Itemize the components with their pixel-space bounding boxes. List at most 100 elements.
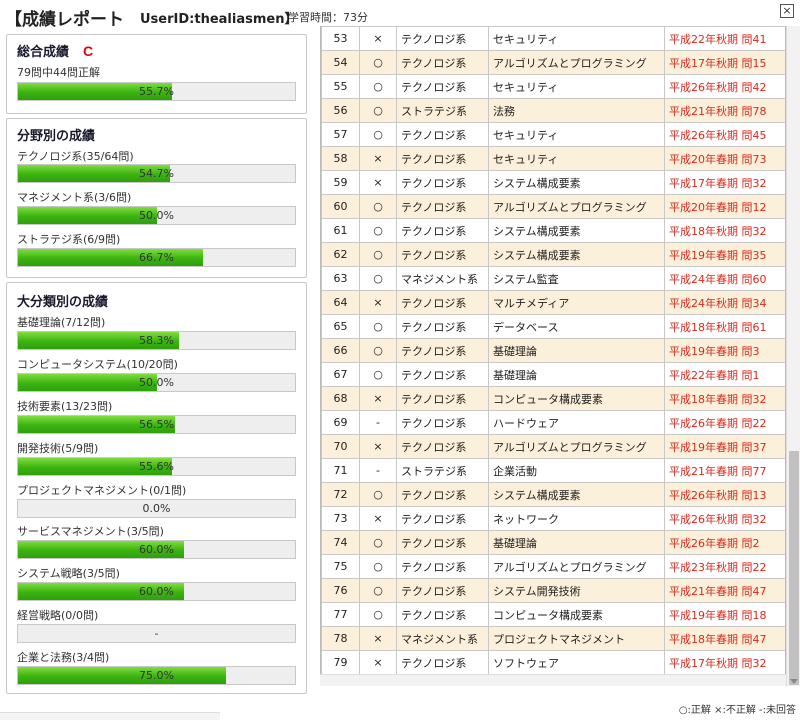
- question-number: 62: [321, 242, 360, 267]
- field-progress-bar: 66.7%: [17, 248, 296, 267]
- question-field: テクノロジ系: [396, 146, 489, 171]
- question-field: ストラテジ系: [396, 98, 489, 123]
- progress-text: 60.0%: [139, 543, 174, 556]
- table-row: 56 ○ ストラテジ系 法務 平成21年秋期 問78: [321, 98, 785, 123]
- question-number: 70: [321, 434, 360, 459]
- question-number: 74: [321, 530, 360, 555]
- result-mark: ×: [359, 170, 397, 195]
- question-category: システム構成要素: [488, 482, 665, 507]
- question-number: 60: [321, 194, 360, 219]
- table-row: 65 ○ テクノロジ系 データベース 平成18年秋期 問61: [321, 314, 785, 339]
- question-number: 71: [321, 458, 360, 483]
- question-number: 78: [321, 626, 360, 651]
- question-field: テクノロジ系: [396, 482, 489, 507]
- question-field: テクノロジ系: [396, 434, 489, 459]
- question-number: 69: [321, 410, 360, 435]
- table-row: 70 × テクノロジ系 アルゴリズムとプログラミング 平成19年春期 問37: [321, 434, 785, 459]
- question-number: 59: [321, 170, 360, 195]
- table-row: 69- テクノロジ系 ハードウェア 平成26年春期 問22: [321, 410, 785, 435]
- table-row: 59 × テクノロジ系 システム構成要素 平成17年春期 問32: [321, 170, 785, 195]
- category-progress-bar: 55.6%: [17, 457, 296, 476]
- result-mark: ×: [359, 506, 397, 531]
- total-score-heading: 総合成績 C: [17, 41, 93, 60]
- question-source: 平成23年秋期 問22: [664, 554, 785, 579]
- question-category: コンピュータ構成要素: [488, 386, 665, 411]
- question-number: 58: [321, 146, 360, 171]
- question-source: 平成18年春期 問32: [664, 386, 785, 411]
- table-row: 78 × マネジメント系 プロジェクトマネジメント 平成18年春期 問47: [321, 626, 785, 651]
- category-score-heading: 大分類別の成績: [17, 295, 109, 310]
- question-source: 平成19年春期 問35: [664, 242, 785, 267]
- question-category: システム構成要素: [488, 170, 665, 195]
- question-source: 平成26年秋期 問13: [664, 482, 785, 507]
- question-field: テクノロジ系: [396, 314, 489, 339]
- result-mark: ○: [359, 98, 397, 123]
- result-mark: ○: [359, 362, 397, 387]
- question-field: テクノロジ系: [396, 578, 489, 603]
- table-row: 73 × テクノロジ系 ネットワーク 平成26年秋期 問32: [321, 506, 785, 531]
- field-score-heading: 分野別の成績: [17, 129, 96, 144]
- result-mark: ×: [359, 290, 397, 315]
- vertical-scrollbar[interactable]: [786, 26, 800, 686]
- question-source: 平成19年春期 問18: [664, 602, 785, 627]
- question-category: アルゴリズムとプログラミング: [488, 554, 665, 579]
- result-mark: ○: [359, 194, 397, 219]
- question-number: 75: [321, 554, 360, 579]
- total-score-title: 総合成績: [17, 45, 70, 60]
- table-row: 76 ○ テクノロジ系 システム開発技術 平成21年春期 問47: [321, 578, 785, 603]
- result-mark: ×: [359, 650, 397, 674]
- question-number: 77: [321, 602, 360, 627]
- category-label: プロジェクトマネジメント(0/1問): [17, 484, 187, 497]
- category-label: システム戦略(3/5問): [17, 567, 120, 580]
- question-category: セキュリティ: [488, 122, 665, 147]
- question-category: 基礎理論: [488, 338, 665, 363]
- results-table-body: 53 × テクノロジ系 セキュリティ 平成22年秋期 問41 54 ○ テクノロジ系 アルゴリズ…: [321, 26, 785, 674]
- close-button[interactable]: ×: [780, 4, 794, 18]
- question-source: 平成20年春期 問73: [664, 146, 785, 171]
- question-number: 66: [321, 338, 360, 363]
- question-field: テクノロジ系: [396, 410, 489, 435]
- question-category: ネットワーク: [488, 506, 665, 531]
- table-row: 61 ○ テクノロジ系 システム構成要素 平成18年秋期 問32: [321, 218, 785, 243]
- table-row: 77 ○ テクノロジ系 コンピュータ構成要素 平成19年春期 問18: [321, 602, 785, 627]
- question-number: 65: [321, 314, 360, 339]
- question-field: テクノロジ系: [396, 602, 489, 627]
- table-row: 72 ○ テクノロジ系 システム構成要素 平成26年秋期 問13: [321, 482, 785, 507]
- question-field: テクノロジ系: [396, 386, 489, 411]
- question-source: 平成26年春期 問22: [664, 410, 785, 435]
- category-label: 技術要素(13/23問): [17, 400, 113, 413]
- question-source: 平成24年春期 問60: [664, 266, 785, 291]
- question-field: テクノロジ系: [396, 338, 489, 363]
- question-field: テクノロジ系: [396, 170, 489, 195]
- result-mark: ○: [359, 314, 397, 339]
- question-category: マルチメディア: [488, 290, 665, 315]
- question-category: セキュリティ: [488, 74, 665, 99]
- question-source: 平成22年春期 問1: [664, 362, 785, 387]
- question-source: 平成21年春期 問47: [664, 578, 785, 603]
- question-number: 53: [321, 26, 360, 51]
- question-source: 平成24年秋期 問34: [664, 290, 785, 315]
- results-table-container: 53 × テクノロジ系 セキュリティ 平成22年秋期 問41 54 ○ テクノロジ系 アルゴリズ…: [320, 26, 786, 674]
- result-mark: ○: [359, 266, 397, 291]
- horizontal-scrollbar[interactable]: [320, 674, 786, 686]
- question-category: セキュリティ: [488, 26, 665, 51]
- question-field: マネジメント系: [396, 626, 489, 651]
- scroll-thumb[interactable]: [789, 451, 799, 685]
- question-category: セキュリティ: [488, 146, 665, 171]
- result-mark: ○: [359, 242, 397, 267]
- question-number: 57: [321, 122, 360, 147]
- question-source: 平成22年秋期 問41: [664, 26, 785, 51]
- question-field: テクノロジ系: [396, 26, 489, 51]
- scroll-down-arrow-icon[interactable]: [790, 679, 798, 684]
- question-source: 平成21年春期 問77: [664, 458, 785, 483]
- question-source: 平成17年秋期 問15: [664, 50, 785, 75]
- question-field: テクノロジ系: [396, 362, 489, 387]
- table-row: 75 ○ テクノロジ系 アルゴリズムとプログラミング 平成23年秋期 問22: [321, 554, 785, 579]
- table-row: 64 × テクノロジ系 マルチメディア 平成24年秋期 問34: [321, 290, 785, 315]
- progress-text: 0.0%: [142, 502, 171, 515]
- table-row: 55 ○ テクノロジ系 セキュリティ 平成26年秋期 問42: [321, 74, 785, 99]
- table-row: 66 ○ テクノロジ系 基礎理論 平成19年春期 問3: [321, 338, 785, 363]
- table-row: 67 ○ テクノロジ系 基礎理論 平成22年春期 問1: [321, 362, 785, 387]
- question-number: 68: [321, 386, 360, 411]
- result-mark: ○: [359, 482, 397, 507]
